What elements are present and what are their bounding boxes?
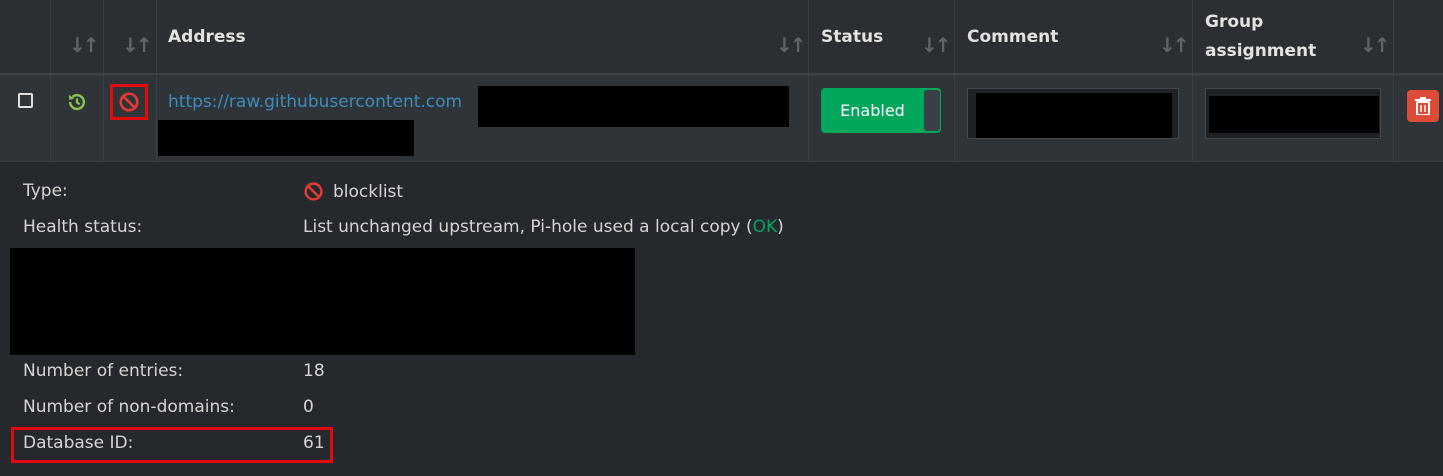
sort-icon[interactable]: ↓↑	[776, 33, 806, 57]
column-divider	[1393, 75, 1394, 161]
non-domains-label: Number of non-domains:	[23, 397, 235, 417]
group-assignment-select[interactable]	[1205, 88, 1381, 139]
toggle-knob	[924, 90, 940, 131]
non-domains-value: 0	[303, 397, 314, 417]
delete-button[interactable]	[1407, 90, 1439, 122]
redacted-block	[10, 248, 635, 355]
column-header-group-line1: Group	[1205, 11, 1264, 32]
health-status-text: List unchanged upstream, Pi-hole used a …	[303, 217, 753, 237]
column-divider	[156, 75, 157, 161]
column-divider	[808, 0, 809, 73]
table-header: ↓↑ ↓↑ Address ↓↑ Status ↓↑ Comment ↓↑ Gr…	[0, 0, 1443, 75]
column-divider	[1192, 0, 1193, 73]
block-icon	[304, 182, 323, 201]
column-divider	[1192, 75, 1193, 161]
trash-icon	[1415, 97, 1431, 115]
column-divider	[103, 0, 104, 73]
type-value: blocklist	[303, 181, 403, 202]
column-divider	[103, 75, 104, 161]
type-value-text: blocklist	[333, 181, 404, 202]
column-header-group-assignment[interactable]: Group assignment	[1205, 0, 1316, 73]
column-header-status[interactable]: Status	[821, 0, 883, 73]
column-divider	[954, 75, 955, 161]
column-divider	[808, 75, 809, 161]
type-label: Type:	[23, 181, 68, 201]
redacted-block	[976, 93, 1172, 138]
status-toggle[interactable]: Enabled	[821, 88, 941, 133]
history-icon[interactable]	[66, 91, 88, 113]
block-icon	[119, 92, 139, 112]
block-type-button[interactable]	[110, 84, 148, 120]
column-divider	[156, 0, 157, 73]
row-select-checkbox[interactable]	[18, 93, 33, 108]
address-link[interactable]: https://raw.githubusercontent.com	[168, 92, 462, 112]
sort-icon[interactable]: ↓↑	[1360, 33, 1390, 57]
health-status-label: Health status:	[23, 217, 143, 237]
comment-input[interactable]	[967, 88, 1179, 139]
database-id-value: 61	[303, 433, 325, 453]
health-status-value: List unchanged upstream, Pi-hole used a …	[303, 217, 784, 237]
redacted-block	[1209, 96, 1379, 133]
redacted-block	[158, 120, 414, 156]
entries-value: 18	[303, 361, 325, 381]
health-close-paren: )	[777, 217, 784, 237]
database-id-label: Database ID:	[23, 433, 134, 453]
status-toggle-label: Enabled	[840, 101, 905, 120]
sort-icon[interactable]: ↓↑	[69, 33, 99, 57]
column-divider	[50, 75, 51, 161]
column-divider	[1393, 0, 1394, 73]
column-header-address[interactable]: Address	[168, 0, 246, 73]
entries-label: Number of entries:	[23, 361, 184, 381]
health-ok-text: OK	[752, 217, 778, 237]
redacted-block	[478, 86, 789, 127]
sort-icon[interactable]: ↓↑	[122, 33, 152, 57]
column-divider	[50, 0, 51, 73]
column-header-comment[interactable]: Comment	[967, 0, 1058, 73]
column-divider	[954, 0, 955, 73]
column-header-group-line2: assignment	[1205, 40, 1317, 61]
sort-icon[interactable]: ↓↑	[1159, 33, 1189, 57]
sort-icon[interactable]: ↓↑	[921, 33, 951, 57]
